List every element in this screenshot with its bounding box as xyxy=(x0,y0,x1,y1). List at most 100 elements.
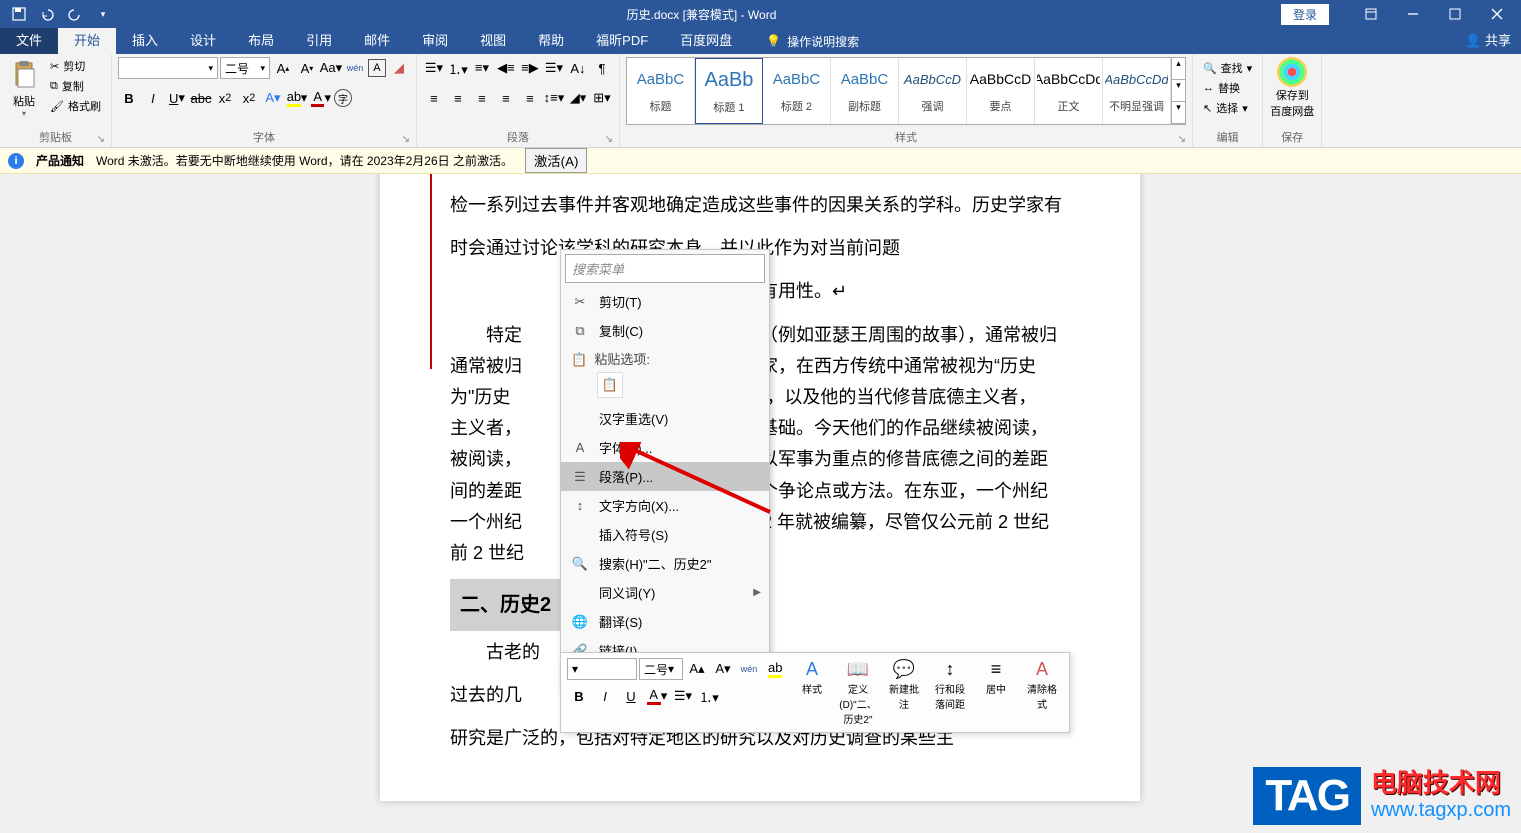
decrease-indent-button[interactable]: ◀≡ xyxy=(495,57,517,79)
bullets-button[interactable]: ☰▾ xyxy=(423,57,445,79)
superscript-button[interactable]: x2 xyxy=(238,87,260,109)
style-item[interactable]: AaBbC副标题 xyxy=(831,58,899,124)
align-right-button[interactable]: ≡ xyxy=(471,87,493,109)
ctx-direction[interactable]: ↕文字方向(X)... xyxy=(561,491,769,520)
paragraph-launcher[interactable]: ↘ xyxy=(605,134,613,145)
clear-formatting-button[interactable]: ◢ xyxy=(388,57,410,79)
mini-bold[interactable]: B xyxy=(567,684,591,708)
share-button[interactable]: 👤 共享 xyxy=(1465,28,1511,54)
ribbon-options-icon[interactable] xyxy=(1351,0,1391,28)
mini-grow-font[interactable]: A▴ xyxy=(685,657,709,681)
asian-layout-button[interactable]: ☰▾ xyxy=(543,57,565,79)
tab-help[interactable]: 帮助 xyxy=(522,28,580,54)
styles-launcher[interactable]: ↘ xyxy=(1178,134,1186,145)
ctx-font[interactable]: A字体(F)... xyxy=(561,433,769,462)
mini-phonetic[interactable]: wén xyxy=(737,657,761,681)
italic-button[interactable]: I xyxy=(142,87,164,109)
grow-font-button[interactable]: A▴ xyxy=(272,57,294,79)
save-icon[interactable] xyxy=(8,3,30,25)
mini-center[interactable]: ≡居中 xyxy=(975,657,1017,698)
style-item[interactable]: AaBbC标题 xyxy=(627,58,695,124)
style-item[interactable]: AaBbCcDd不明显强调 xyxy=(1103,58,1171,124)
styles-down-icon[interactable]: ▾ xyxy=(1172,80,1185,102)
replace-button[interactable]: ↔替换 xyxy=(1199,79,1256,97)
font-size-combo[interactable]: 二号▾ xyxy=(220,57,270,79)
enclose-char-button[interactable]: 字 xyxy=(334,89,352,107)
mini-size-combo[interactable]: 二号▾ xyxy=(639,658,683,680)
styles-up-icon[interactable]: ▴ xyxy=(1172,58,1185,80)
subscript-button[interactable]: x2 xyxy=(214,87,236,109)
qat-custom-icon[interactable]: ▾ xyxy=(92,3,114,25)
tab-layout[interactable]: 布局 xyxy=(232,28,290,54)
ctx-symbol[interactable]: 插入符号(S) xyxy=(561,520,769,549)
highlight-button[interactable]: ab▾ xyxy=(286,87,308,109)
bold-button[interactable]: B xyxy=(118,87,140,109)
ctx-translate[interactable]: 🌐翻译(S) xyxy=(561,607,769,636)
cut-button[interactable]: ✂剪切 xyxy=(46,57,105,75)
format-painter-button[interactable]: 🖌格式刷 xyxy=(46,97,105,115)
ctx-search[interactable]: 🔍搜索(H)"二、历史2" xyxy=(561,549,769,578)
tell-me-search[interactable]: 💡 操作说明搜索 xyxy=(756,28,869,54)
mini-numbering[interactable]: ⒈▾ xyxy=(697,684,721,708)
font-color-button[interactable]: A▾ xyxy=(310,87,332,109)
ctx-paragraph[interactable]: ☰段落(P)... xyxy=(561,462,769,491)
show-marks-button[interactable]: ¶ xyxy=(591,57,613,79)
mini-shrink-font[interactable]: A▾ xyxy=(711,657,735,681)
mini-line-spacing[interactable]: ↕行和段落间距 xyxy=(929,657,971,713)
char-border-button[interactable]: A xyxy=(368,59,386,77)
borders-button[interactable]: ⊞▾ xyxy=(591,87,613,109)
styles-gallery[interactable]: AaBbC标题AaBb标题 1AaBbC标题 2AaBbC副标题AaBbCcD强… xyxy=(626,57,1186,125)
tab-insert[interactable]: 插入 xyxy=(116,28,174,54)
tab-foxit[interactable]: 福昕PDF xyxy=(580,28,664,54)
shrink-font-button[interactable]: A▾ xyxy=(296,57,318,79)
style-item[interactable]: AaBb标题 1 xyxy=(695,58,763,124)
mini-comment[interactable]: 💬新建批注 xyxy=(883,657,925,713)
styles-more-icon[interactable]: ▾ xyxy=(1172,102,1185,124)
tab-file[interactable]: 文件 xyxy=(0,28,58,54)
font-launcher[interactable]: ↘ xyxy=(402,134,410,145)
underline-button[interactable]: U▾ xyxy=(166,87,188,109)
multilevel-button[interactable]: ≡▾ xyxy=(471,57,493,79)
minimize-icon[interactable] xyxy=(1393,0,1433,28)
tab-mail[interactable]: 邮件 xyxy=(348,28,406,54)
mini-font-color[interactable]: A▾ xyxy=(645,684,669,708)
baidu-save-button[interactable]: 保存到 百度网盘 xyxy=(1269,57,1315,119)
mini-highlight[interactable]: ab xyxy=(763,657,787,681)
tab-home[interactable]: 开始 xyxy=(58,28,116,54)
mini-underline[interactable]: U xyxy=(619,684,643,708)
ctx-copy[interactable]: ⧉复制(C) xyxy=(561,316,769,345)
paste-keep-source-icon[interactable]: 📋 xyxy=(597,372,623,398)
tab-design[interactable]: 设计 xyxy=(174,28,232,54)
context-search-input[interactable]: 搜索菜单 xyxy=(565,254,765,283)
ctx-synonym[interactable]: 同义词(Y)▶ xyxy=(561,578,769,607)
style-item[interactable]: AaBbCcD强调 xyxy=(899,58,967,124)
mini-clear[interactable]: A清除格式 xyxy=(1021,657,1063,713)
mini-bullets[interactable]: ☰▾ xyxy=(671,684,695,708)
distribute-button[interactable]: ≡ xyxy=(519,87,541,109)
change-case-button[interactable]: Aa▾ xyxy=(320,57,342,79)
increase-indent-button[interactable]: ≡▶ xyxy=(519,57,541,79)
text-effects-button[interactable]: A▾ xyxy=(262,87,284,109)
ctx-cut[interactable]: ✂剪切(T) xyxy=(561,287,769,316)
strike-button[interactable]: abc xyxy=(190,87,212,109)
style-item[interactable]: AaBbC标题 2 xyxy=(763,58,831,124)
justify-button[interactable]: ≡ xyxy=(495,87,517,109)
mini-italic[interactable]: I xyxy=(593,684,617,708)
font-name-combo[interactable]: ▾ xyxy=(118,57,218,79)
redo-icon[interactable] xyxy=(64,3,86,25)
activate-button[interactable]: 激活(A) xyxy=(525,148,587,173)
align-center-button[interactable]: ≡ xyxy=(447,87,469,109)
ctx-hanzi[interactable]: 汉字重选(V) xyxy=(561,404,769,433)
align-left-button[interactable]: ≡ xyxy=(423,87,445,109)
tab-references[interactable]: 引用 xyxy=(290,28,348,54)
style-item[interactable]: AaBbCcD要点 xyxy=(967,58,1035,124)
mini-font-combo[interactable]: ▾ xyxy=(567,658,637,680)
numbering-button[interactable]: ⒈▾ xyxy=(447,57,469,79)
copy-button[interactable]: ⧉复制 xyxy=(46,77,105,95)
mini-define[interactable]: 📖定义(D)"二、历史2" xyxy=(837,657,879,728)
phonetic-guide-button[interactable]: wén xyxy=(344,57,366,79)
mini-styles[interactable]: A样式 xyxy=(791,657,833,698)
tab-review[interactable]: 审阅 xyxy=(406,28,464,54)
find-button[interactable]: 🔍查找 ▾ xyxy=(1199,59,1256,77)
clipboard-launcher[interactable]: ↘ xyxy=(97,134,105,145)
